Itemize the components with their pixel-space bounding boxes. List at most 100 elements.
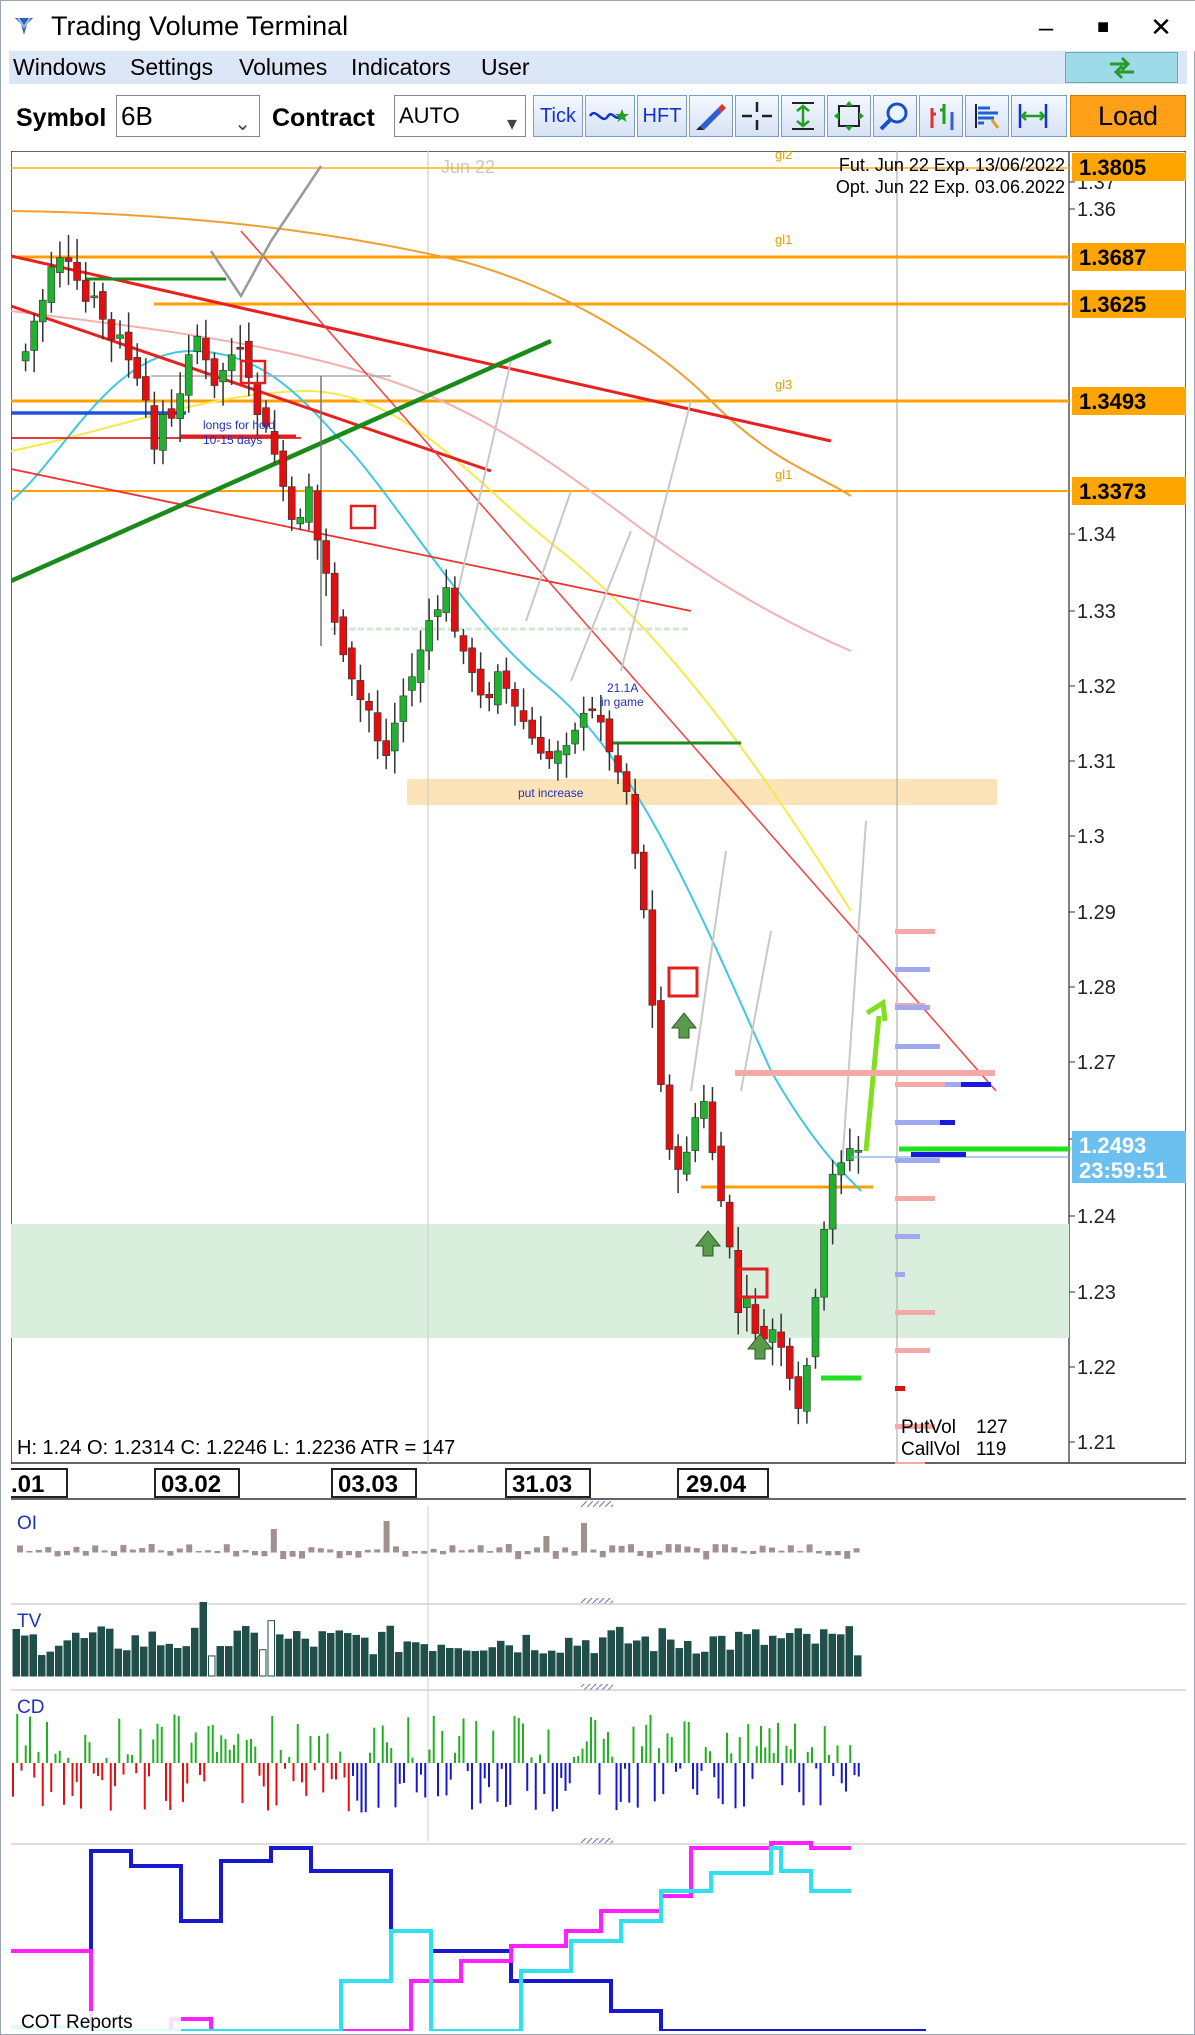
oi-bar [590, 1549, 597, 1553]
oi-bar [252, 1551, 258, 1556]
oi-bar [524, 1551, 531, 1555]
oi-bar [505, 1544, 512, 1553]
tv-bar [412, 1642, 420, 1677]
contract-select[interactable]: AUTO ▾ [394, 95, 526, 137]
tv-bar [233, 1630, 241, 1677]
oi-bar [534, 1547, 540, 1553]
tv-bar [12, 1629, 20, 1677]
level-label-gl2: gl2 [775, 151, 792, 162]
volume-profile-button[interactable] [965, 95, 1009, 137]
price-tick: 1.29 [1077, 902, 1116, 924]
option-volume-bar [895, 1348, 930, 1353]
oi-bar [468, 1549, 475, 1553]
symbol-value: 6B [121, 101, 153, 131]
oi-bar [599, 1551, 606, 1558]
tv-bar [157, 1645, 165, 1677]
price-tick: 1.24 [1077, 1206, 1116, 1228]
tv-bar [794, 1628, 802, 1677]
oi-bar [148, 1544, 155, 1553]
oi-bar [195, 1550, 202, 1553]
oi-bar [646, 1551, 653, 1558]
oi-bar [289, 1551, 296, 1557]
oi-bar [496, 1547, 503, 1553]
tv-bar [743, 1634, 751, 1677]
tv-bar [488, 1647, 496, 1677]
options-expiry: Opt. Jun 22 Exp. 03.06.2022 [836, 177, 1065, 197]
oi-bar [129, 1549, 136, 1553]
move-button[interactable] [827, 95, 871, 137]
tv-bar [650, 1651, 658, 1677]
oi-bar [383, 1521, 390, 1553]
tv-panel-label: TV [17, 1611, 42, 1632]
level-label-gl3: gl3 [775, 377, 792, 392]
tv-bar [641, 1636, 649, 1677]
bar-settings-button[interactable] [919, 95, 963, 137]
menu-settings[interactable]: Settings [130, 54, 213, 81]
crosshair-icon [742, 102, 772, 130]
tv-bar [208, 1655, 216, 1677]
tv-bar [114, 1648, 122, 1677]
cumulative-delta-panel [12, 1713, 860, 1813]
crosshair-button[interactable] [735, 95, 779, 137]
draw-button[interactable] [689, 95, 733, 137]
zoom-button[interactable] [873, 95, 917, 137]
oi-bar [167, 1551, 174, 1556]
tv-bar [80, 1638, 88, 1677]
tv-bar [828, 1633, 836, 1677]
tv-bar [446, 1647, 454, 1677]
tv-bar [378, 1631, 386, 1677]
tick-button[interactable]: Tick [533, 95, 583, 137]
load-button[interactable]: Load [1070, 95, 1186, 137]
oi-bar [797, 1550, 804, 1553]
option-volume-bar [895, 1196, 935, 1201]
cot-panel-label: COT Reports [21, 2012, 133, 2031]
oi-bar [205, 1550, 211, 1553]
oi-bar [82, 1551, 89, 1556]
price-badge-5: 1.3373 [1079, 479, 1146, 504]
chart-canvas[interactable]: Jun 22 gl2 gl1 gl3 gl1 longs for hold 10… [11, 151, 1186, 2031]
futures-expiry: Fut. Jun 22 Exp. 13/06/2022 [839, 155, 1065, 175]
oi-bar [233, 1551, 240, 1557]
maximize-button[interactable]: ■ [1083, 9, 1123, 45]
range-button[interactable] [1011, 95, 1067, 137]
option-volume-bar [895, 1120, 940, 1125]
oi-bar [430, 1548, 437, 1553]
wave-star-button[interactable] [585, 95, 635, 137]
tv-bar [726, 1649, 734, 1677]
tv-bar [106, 1628, 114, 1677]
option-volume-bar [895, 1386, 905, 1391]
vertical-fit-button[interactable] [781, 95, 825, 137]
tv-bar [369, 1654, 377, 1677]
menu-indicators[interactable]: Indicators [351, 54, 451, 81]
minimize-button[interactable]: – [1026, 9, 1066, 45]
oi-bar [618, 1545, 625, 1553]
oi-bar [712, 1544, 719, 1553]
oi-bar [73, 1546, 80, 1553]
oi-bar [35, 1549, 42, 1553]
tv-bar [471, 1651, 479, 1677]
menu-windows[interactable]: Windows [13, 54, 106, 81]
tv-bar [242, 1625, 250, 1677]
title-bar[interactable]: Trading Volume Terminal – ■ ✕ [1, 1, 1195, 51]
menu-volumes[interactable]: Volumes [239, 54, 327, 81]
hft-button[interactable]: HFT [637, 95, 687, 137]
tv-bar [769, 1635, 777, 1677]
open-interest-panel [17, 1521, 860, 1560]
price-badge-3: 1.3625 [1079, 292, 1146, 317]
price-tick: 1.36 [1077, 199, 1116, 221]
menu-user[interactable]: User [481, 54, 530, 81]
sync-button[interactable] [1065, 52, 1178, 83]
date-label-5: 29.04 [686, 1471, 747, 1498]
option-volume-bar [895, 1044, 940, 1049]
close-button[interactable]: ✕ [1141, 9, 1181, 45]
tv-bar [327, 1632, 335, 1677]
oi-bar [693, 1548, 700, 1553]
candle [657, 986, 665, 1093]
symbol-select[interactable]: 6B ⌄ [116, 95, 260, 137]
tv-bar [63, 1640, 71, 1677]
tv-bar [259, 1649, 267, 1677]
option-volume-bar [895, 1082, 945, 1087]
oi-bar [411, 1551, 418, 1554]
oi-bar [703, 1551, 710, 1560]
contract-value: AUTO [399, 103, 460, 128]
